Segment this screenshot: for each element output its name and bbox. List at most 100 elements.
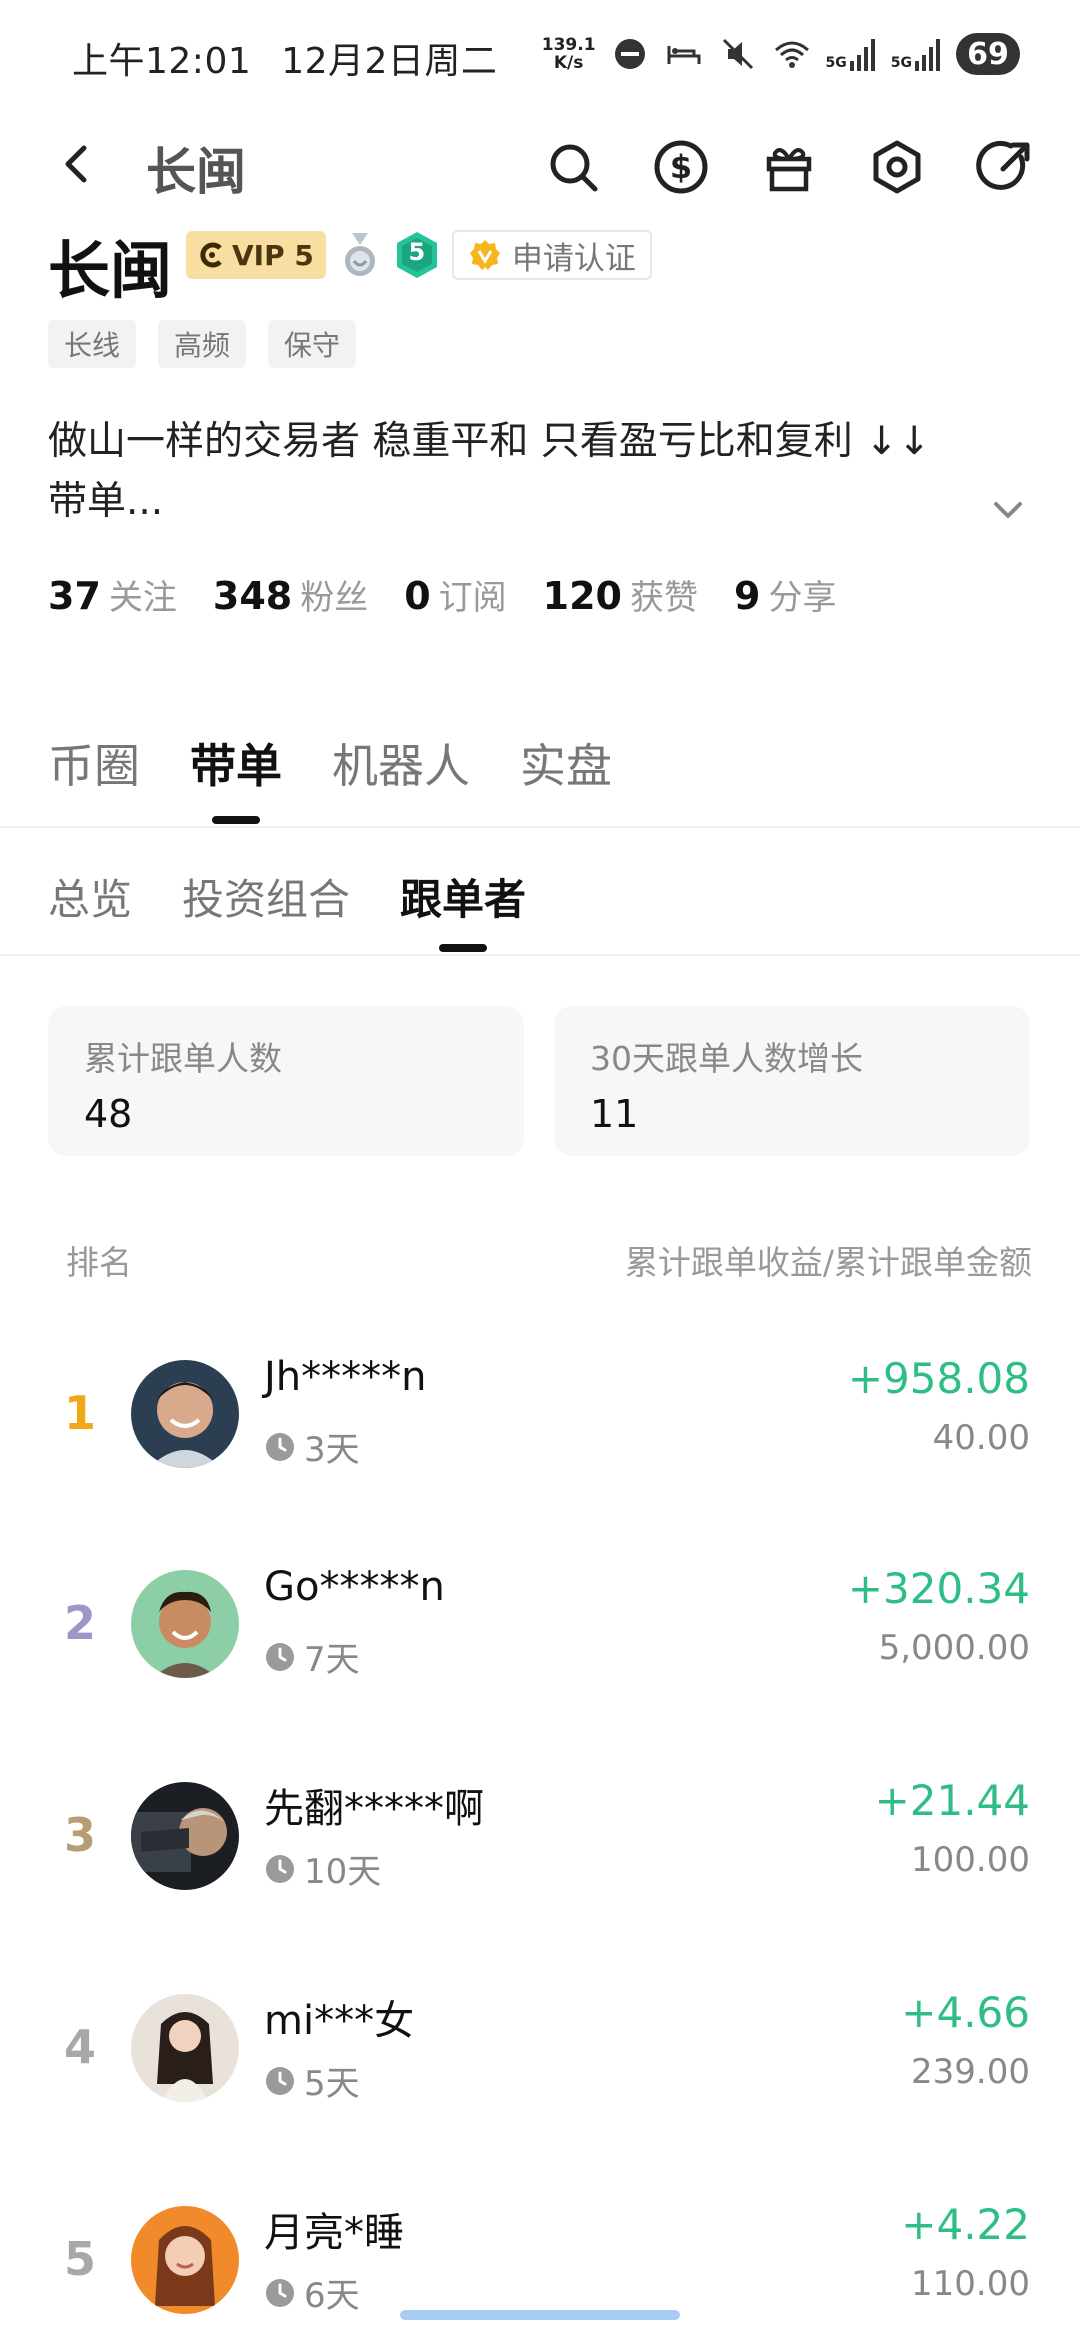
subtab-portfolio[interactable]: 投资组合 [182,866,350,946]
rank-number: 5 [63,2232,96,2286]
follower-row[interactable]: 1 Jh*****n 3天 +958.08 40.00 [0,1336,1080,1516]
svg-text:$: $ [670,148,692,186]
tab-bots[interactable]: 机器人 [332,730,470,820]
avatar[interactable] [131,2206,239,2314]
gift-icon [766,148,812,192]
level-badge[interactable]: 5 [394,230,440,280]
back-arrow-icon[interactable] [48,134,108,194]
share-button[interactable] [960,122,1050,212]
follower-row[interactable]: 2 Go*****n 7天 +320.34 5,000.00 [0,1546,1080,1726]
divider [0,826,1080,828]
stat-following[interactable]: 37 关注 [48,570,177,619]
tag-chip: 保守 [268,320,357,368]
vip-label: VIP 5 [232,238,314,272]
follow-duration: 5天 [264,2056,360,2105]
share-icon [976,140,1030,190]
clock-icon [266,2066,294,2095]
vip-badge[interactable]: VIP 5 [186,231,326,279]
stat-number: 37 [48,574,101,618]
follow-days: 7天 [304,1640,360,1680]
vip-c-icon [200,242,222,268]
stat-likes[interactable]: 120 获赞 [543,570,698,619]
card-value: 48 [84,1092,133,1136]
settings-button[interactable] [852,122,942,212]
search-icon [550,144,598,192]
avatar[interactable] [131,1360,239,1468]
follow-days: 5天 [304,2064,360,2104]
follow-duration: 3天 [264,1422,360,1471]
sub-tabs: 总览 投资组合 跟单者 [48,866,526,946]
tab-crypto-circle[interactable]: 币圈 [48,730,140,820]
cumulative-amount: 5,000.00 [878,1628,1030,1668]
profile-name: 长闽 [48,234,173,307]
cumulative-profit: +958.08 [847,1354,1030,1403]
tag-chip: 高频 [158,320,247,368]
signal-2: 5G [891,37,942,71]
status-date: 12月2日周二 [281,41,498,82]
cumulative-profit: +21.44 [874,1776,1030,1825]
home-indicator[interactable] [400,2310,680,2320]
battery-level: 69 [956,33,1020,75]
follow-days: 6天 [304,2276,360,2316]
wifi-icon [774,41,809,68]
subtab-overview[interactable]: 总览 [48,866,132,946]
rank-column-header: 排名 [66,1243,132,1282]
list-header: 排名 累计跟单收益/累计跟单金额 [66,1236,1032,1284]
clock-icon [266,2278,294,2307]
profile-stats: 37 关注 348 粉丝 0 订阅 120 获赞 9 分享 [48,570,836,619]
tab-copy-trading[interactable]: 带单 [190,730,282,820]
tab-live-trading[interactable]: 实盘 [520,730,612,820]
bio-line-1: 做山一样的交易者 稳重平和 只看盈亏比和复利 ↓↓ [48,419,931,464]
follow-days: 10天 [304,1852,382,1892]
card-label: 累计跟单人数 [84,1039,282,1078]
follower-row[interactable]: 4 mi***女 5天 +4.66 239.00 [0,1970,1080,2150]
card-label: 30天跟单人数增长 [590,1039,863,1078]
status-time: 上午12:01 12月2日周二 [72,32,497,84]
signal-bars-icon [849,39,875,71]
avatar[interactable] [131,1994,239,2102]
status-clock: 上午12:01 [72,41,252,82]
follow-duration: 7天 [264,1632,360,1681]
profile-bio[interactable]: 做山一样的交易者 稳重平和 只看盈亏比和复利 ↓↓ 带单... [48,412,1028,532]
follow-duration: 10天 [264,1844,381,1893]
dollar-button[interactable]: $ [636,122,726,212]
divider [0,954,1080,956]
cumulative-amount: 100.00 [911,1840,1030,1880]
verify-button[interactable]: 申请认证 [451,230,652,280]
stat-label: 订阅 [438,578,507,618]
clock-icon [266,1642,294,1671]
rank-number: 1 [63,1386,96,1440]
nav-title: 长闽 [146,143,246,201]
stat-subscriptions[interactable]: 0 订阅 [404,570,506,619]
status-icons: 139.1 K/s 5G 5G 69 [542,30,1020,78]
stat-label: 粉丝 [300,578,369,618]
stat-number: 120 [542,574,622,618]
card-value: 11 [590,1092,639,1136]
dollar-icon: $ [654,140,708,194]
follower-row[interactable]: 3 先翻*****啊 10天 +21.44 100.00 [0,1758,1080,1938]
profile-badges: VIP 5 5 申请认证 [186,230,652,280]
subtab-followers[interactable]: 跟单者 [400,866,526,946]
follower-name: mi***女 [264,1998,415,2044]
avatar[interactable] [131,1782,239,1890]
chevron-down-icon[interactable] [984,490,1032,530]
search-button[interactable] [528,122,618,212]
follow-duration: 6天 [264,2268,360,2317]
medal-icon[interactable] [338,231,382,279]
signal-1: 5G [826,37,877,71]
mute-icon [722,38,753,70]
gift-button[interactable] [744,122,834,212]
stat-label: 关注 [108,578,177,618]
total-followers-card: 累计跟单人数 48 [48,1006,524,1156]
network-speed-unit: K/s [553,53,584,73]
stat-followers[interactable]: 348 粉丝 [213,570,368,619]
cumulative-amount: 40.00 [932,1418,1030,1458]
cumulative-profit: +4.66 [901,1988,1030,2037]
nav-actions: $ [528,122,1050,212]
stat-shares[interactable]: 9 分享 [734,570,836,619]
stat-number: 348 [212,574,293,618]
avatar[interactable] [131,1570,239,1678]
status-bar: 上午12:01 12月2日周二 139.1 K/s 5G 5G 69 [0,0,1080,110]
profit-column-header: 累计跟单收益/累计跟单金额 [624,1243,1032,1282]
stat-number: 9 [734,574,761,618]
